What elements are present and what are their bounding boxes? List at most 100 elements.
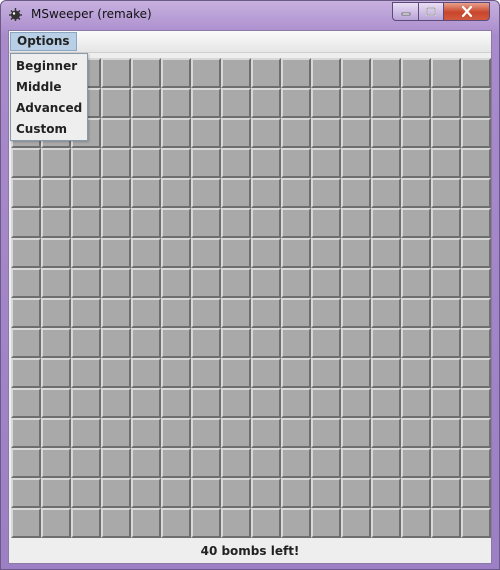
mine-cell[interactable] [191, 208, 221, 238]
mine-cell[interactable] [191, 58, 221, 88]
mine-cell[interactable] [251, 88, 281, 118]
mine-cell[interactable] [311, 88, 341, 118]
mine-cell[interactable] [71, 298, 101, 328]
mine-cell[interactable] [71, 358, 101, 388]
mine-cell[interactable] [221, 208, 251, 238]
mine-cell[interactable] [341, 328, 371, 358]
mine-cell[interactable] [401, 238, 431, 268]
mine-cell[interactable] [341, 508, 371, 538]
mine-cell[interactable] [221, 88, 251, 118]
mine-cell[interactable] [71, 418, 101, 448]
mine-cell[interactable] [191, 448, 221, 478]
mine-cell[interactable] [131, 208, 161, 238]
mine-cell[interactable] [161, 328, 191, 358]
mine-cell[interactable] [401, 388, 431, 418]
mine-cell[interactable] [161, 268, 191, 298]
mine-cell[interactable] [11, 268, 41, 298]
mine-cell[interactable] [431, 58, 461, 88]
mine-cell[interactable] [311, 418, 341, 448]
menu-item-middle[interactable]: Middle [11, 77, 87, 98]
mine-cell[interactable] [401, 178, 431, 208]
mine-cell[interactable] [341, 448, 371, 478]
mine-cell[interactable] [281, 88, 311, 118]
mine-cell[interactable] [461, 58, 491, 88]
mine-cell[interactable] [221, 178, 251, 208]
mine-cell[interactable] [101, 418, 131, 448]
mine-cell[interactable] [311, 268, 341, 298]
mine-cell[interactable] [371, 58, 401, 88]
mine-cell[interactable] [221, 238, 251, 268]
mine-cell[interactable] [11, 328, 41, 358]
mine-cell[interactable] [251, 328, 281, 358]
mine-cell[interactable] [401, 268, 431, 298]
mine-cell[interactable] [341, 118, 371, 148]
mine-cell[interactable] [161, 178, 191, 208]
mine-cell[interactable] [131, 328, 161, 358]
mine-cell[interactable] [221, 118, 251, 148]
mine-cell[interactable] [41, 478, 71, 508]
mine-cell[interactable] [11, 388, 41, 418]
mine-cell[interactable] [281, 448, 311, 478]
mine-cell[interactable] [41, 508, 71, 538]
mine-cell[interactable] [401, 118, 431, 148]
mine-cell[interactable] [191, 478, 221, 508]
mine-cell[interactable] [161, 508, 191, 538]
mine-cell[interactable] [371, 238, 401, 268]
mine-cell[interactable] [221, 478, 251, 508]
mine-cell[interactable] [461, 178, 491, 208]
mine-cell[interactable] [131, 478, 161, 508]
mine-cell[interactable] [251, 148, 281, 178]
mine-cell[interactable] [41, 328, 71, 358]
mine-cell[interactable] [431, 358, 461, 388]
mine-cell[interactable] [401, 418, 431, 448]
mine-cell[interactable] [431, 88, 461, 118]
mine-cell[interactable] [131, 268, 161, 298]
mine-cell[interactable] [221, 268, 251, 298]
mine-cell[interactable] [11, 448, 41, 478]
mine-cell[interactable] [371, 388, 401, 418]
mine-cell[interactable] [101, 268, 131, 298]
mine-cell[interactable] [431, 118, 461, 148]
mine-cell[interactable] [311, 118, 341, 148]
mine-cell[interactable] [41, 148, 71, 178]
mine-cell[interactable] [101, 508, 131, 538]
mine-cell[interactable] [461, 148, 491, 178]
mine-cell[interactable] [401, 478, 431, 508]
mine-cell[interactable] [311, 328, 341, 358]
mine-cell[interactable] [341, 178, 371, 208]
minimize-button[interactable] [392, 2, 419, 21]
mine-cell[interactable] [11, 208, 41, 238]
mine-cell[interactable] [281, 358, 311, 388]
mine-cell[interactable] [101, 328, 131, 358]
mine-cell[interactable] [131, 298, 161, 328]
mine-cell[interactable] [131, 178, 161, 208]
mine-cell[interactable] [311, 58, 341, 88]
mine-cell[interactable] [131, 418, 161, 448]
mine-cell[interactable] [161, 238, 191, 268]
mine-cell[interactable] [281, 58, 311, 88]
mine-cell[interactable] [251, 298, 281, 328]
mine-cell[interactable] [371, 448, 401, 478]
mine-cell[interactable] [401, 448, 431, 478]
mine-cell[interactable] [341, 208, 371, 238]
mine-cell[interactable] [251, 58, 281, 88]
mine-cell[interactable] [101, 448, 131, 478]
mine-cell[interactable] [371, 508, 401, 538]
mine-cell[interactable] [11, 238, 41, 268]
mine-cell[interactable] [41, 358, 71, 388]
mine-cell[interactable] [401, 58, 431, 88]
mine-cell[interactable] [221, 58, 251, 88]
mine-cell[interactable] [251, 118, 281, 148]
mine-cell[interactable] [341, 238, 371, 268]
mine-cell[interactable] [101, 88, 131, 118]
mine-cell[interactable] [281, 478, 311, 508]
mine-cell[interactable] [281, 508, 311, 538]
mine-cell[interactable] [101, 148, 131, 178]
mine-cell[interactable] [311, 448, 341, 478]
mine-cell[interactable] [371, 298, 401, 328]
mine-cell[interactable] [251, 358, 281, 388]
mine-cell[interactable] [401, 508, 431, 538]
mine-cell[interactable] [161, 388, 191, 418]
mine-cell[interactable] [161, 418, 191, 448]
mine-cell[interactable] [41, 298, 71, 328]
